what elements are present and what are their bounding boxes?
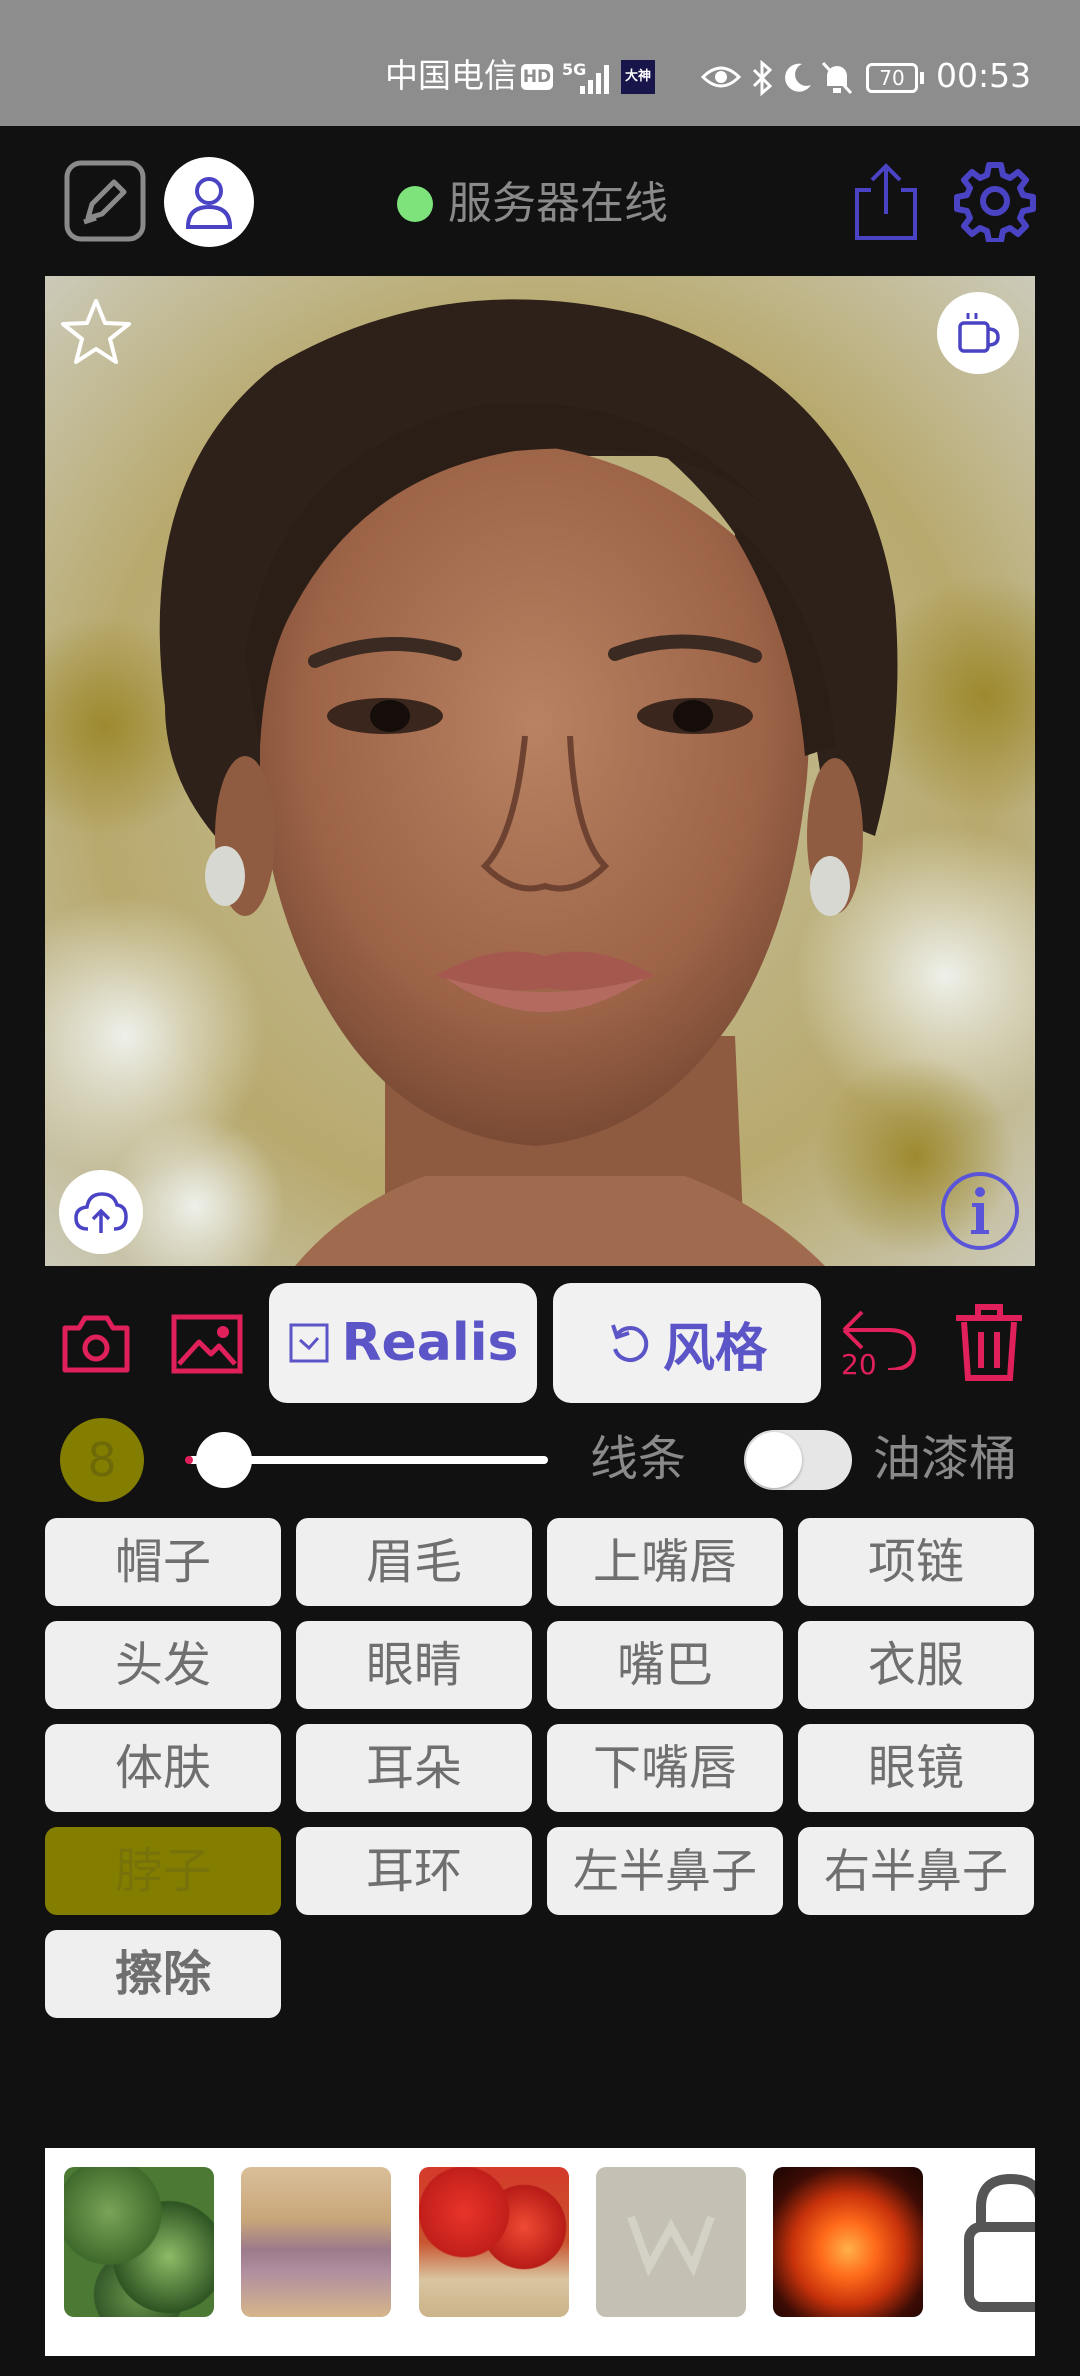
- clock: 00:53: [936, 56, 1032, 95]
- hd-badge: HD: [521, 64, 553, 90]
- part-button[interactable]: 左半鼻子: [547, 1827, 783, 1915]
- locked-thumbnail: [951, 2167, 1035, 2317]
- edit-button[interactable]: [64, 160, 146, 242]
- gear-icon: [954, 162, 1036, 242]
- share-button[interactable]: [846, 158, 926, 244]
- model-mode-button[interactable]: Realis: [269, 1283, 537, 1403]
- style-label: 风格: [662, 1318, 767, 1379]
- texture-locked[interactable]: [945, 2161, 1035, 2323]
- part-button[interactable]: 上嘴唇: [547, 1518, 783, 1606]
- brush-size-slider[interactable]: [188, 1432, 548, 1488]
- battery-tip: [920, 72, 924, 84]
- texture-fire[interactable]: [767, 2161, 929, 2323]
- camera-button[interactable]: [58, 1308, 134, 1380]
- portrait-image: [45, 276, 1035, 1266]
- moon-icon: [785, 63, 811, 92]
- app-badge: 大神: [621, 60, 655, 94]
- part-button[interactable]: 头发: [45, 1621, 281, 1709]
- camera-icon: [62, 1315, 130, 1373]
- status-bar: 中国电信 HD 5G 大神 70 00:53: [0, 0, 1080, 126]
- model-mode-label: Realis: [341, 1313, 519, 1373]
- server-status-text: 服务器在线: [448, 178, 668, 229]
- part-button[interactable]: 耳环: [296, 1827, 532, 1915]
- user-icon: [185, 177, 233, 229]
- cloud-upload-icon: [74, 1192, 128, 1233]
- bluetooth-icon: [752, 60, 773, 96]
- image-icon: [171, 1314, 243, 1374]
- part-button[interactable]: 下嘴唇: [547, 1724, 783, 1812]
- paint-bucket-label: 油漆桶: [873, 1431, 1018, 1487]
- undo-count: 20: [841, 1348, 877, 1381]
- slider-active-mark: [185, 1456, 193, 1464]
- lock-icon: [964, 2173, 1035, 2312]
- trash-icon: [956, 1304, 1022, 1381]
- refresh-icon: [611, 1324, 649, 1363]
- part-button[interactable]: 体肤: [45, 1724, 281, 1812]
- upload-button[interactable]: [59, 1170, 143, 1254]
- part-button[interactable]: 嘴巴: [547, 1621, 783, 1709]
- texture-watermark[interactable]: [590, 2161, 752, 2323]
- toggle-knob: [746, 1432, 802, 1488]
- texture-green-foliage[interactable]: [58, 2161, 220, 2323]
- red-flower-tree-thumbnail: [419, 2167, 569, 2317]
- slider-thumb[interactable]: [196, 1432, 252, 1488]
- part-button[interactable]: 眉毛: [296, 1518, 532, 1606]
- part-button[interactable]: 擦除: [45, 1930, 281, 2018]
- photo-canvas[interactable]: [45, 276, 1035, 1266]
- part-button[interactable]: 帽子: [45, 1518, 281, 1606]
- fire-thumbnail: [773, 2167, 923, 2317]
- signal-icon: [580, 65, 609, 94]
- checkbox-icon: [289, 1323, 328, 1363]
- undo-button[interactable]: 20: [838, 1300, 922, 1386]
- watermark-placeholder-thumbnail: [596, 2167, 746, 2317]
- eye-icon: [700, 66, 742, 88]
- part-button[interactable]: 项链: [798, 1518, 1034, 1606]
- battery-icon: 70: [866, 63, 918, 93]
- green-foliage-thumbnail: [64, 2167, 214, 2317]
- parts-grid: 帽子 眉毛 上嘴唇 项链头发 眼睛 嘴巴 衣服体肤 耳朵 下嘴唇 眼镜脖子 耳环 左半鼻子 右半鼻子擦除: [45, 1518, 1035, 2018]
- part-button[interactable]: 眼睛: [296, 1621, 532, 1709]
- pen-edit-icon: [64, 160, 146, 242]
- server-status-dot: [397, 186, 433, 222]
- delete-button[interactable]: [950, 1300, 1028, 1384]
- part-button[interactable]: 右半鼻子: [798, 1827, 1034, 1915]
- part-button[interactable]: 脖子: [45, 1827, 281, 1915]
- part-button[interactable]: 耳朵: [296, 1724, 532, 1812]
- texture-strip[interactable]: [45, 2148, 1035, 2356]
- share-icon: [855, 163, 917, 240]
- info-icon[interactable]: [939, 1170, 1021, 1252]
- part-button[interactable]: 衣服: [798, 1621, 1034, 1709]
- coffee-button[interactable]: [937, 292, 1019, 374]
- style-button[interactable]: 风格: [553, 1283, 821, 1403]
- mute-bell-icon: [821, 61, 853, 95]
- carrier-name: 中国电信: [385, 56, 517, 95]
- line-mode-label: 线条: [590, 1431, 687, 1487]
- bucket-toggle[interactable]: [744, 1430, 852, 1490]
- texture-lavender-field[interactable]: [235, 2161, 397, 2323]
- watermark-w-icon: [627, 2215, 715, 2277]
- part-button[interactable]: 眼镜: [798, 1724, 1034, 1812]
- coffee-cup-icon: [958, 313, 1000, 353]
- brush-size-indicator: 8: [60, 1418, 144, 1502]
- profile-button[interactable]: [164, 157, 254, 247]
- settings-button[interactable]: [954, 160, 1036, 242]
- lavender-field-thumbnail: [241, 2167, 391, 2317]
- gallery-button[interactable]: [168, 1308, 246, 1380]
- texture-red-tree[interactable]: [413, 2161, 575, 2323]
- star-icon[interactable]: [60, 296, 132, 368]
